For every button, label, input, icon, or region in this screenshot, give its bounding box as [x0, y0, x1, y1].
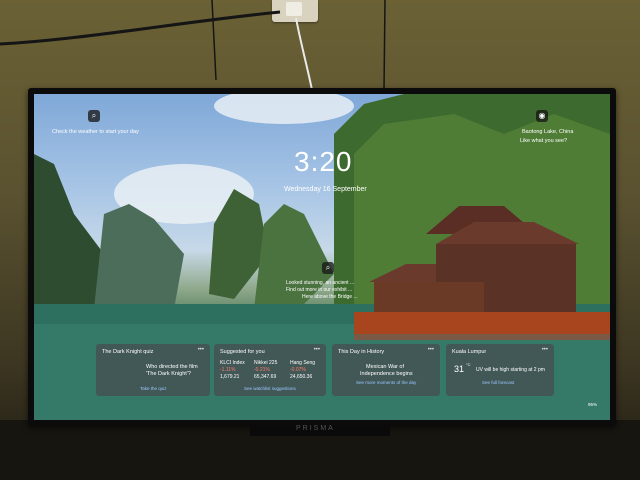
image-caption-2[interactable]: Find out more in our exhibit ...: [286, 287, 352, 293]
history-card[interactable]: This Day in History ••• Mexican War of I…: [332, 344, 440, 396]
stock-change-3: -0.07%: [290, 367, 306, 373]
image-caption-3[interactable]: Here above the Bridge ...: [302, 294, 358, 300]
quiz-link[interactable]: Take the quiz: [140, 386, 167, 391]
location-pin-icon[interactable]: ◉: [536, 110, 548, 122]
weather-card-header: Kuala Lumpur: [452, 349, 487, 355]
stock-value-1: 1,679.21: [220, 374, 240, 380]
stock-name-2[interactable]: Nikkei 225: [254, 360, 277, 366]
cable-left: [0, 0, 386, 91]
history-card-header: This Day in History: [338, 349, 385, 355]
stock-change-1: -1.11%: [220, 367, 236, 373]
weather-temp: 31: [454, 364, 465, 374]
more-icon[interactable]: •••: [198, 347, 204, 353]
more-icon[interactable]: •••: [314, 347, 320, 353]
history-event-2: Independence begins: [360, 371, 413, 377]
clock-date: Wednesday 16 September: [284, 186, 367, 193]
finance-card-header: Suggested for you: [220, 349, 265, 355]
location-label[interactable]: Baotong Lake, China: [522, 129, 573, 135]
more-icon[interactable]: •••: [428, 347, 434, 353]
monitor-brand: PRISMA: [296, 425, 335, 432]
battery-status: 95%: [588, 402, 598, 407]
history-link[interactable]: See more moments of the day: [356, 380, 416, 385]
stock-name-3[interactable]: Hang Seng: [290, 360, 315, 366]
lock-screen: ⌕ Check the weather to start your day ◉ …: [34, 94, 610, 420]
like-prompt[interactable]: Like what you see?: [520, 138, 567, 144]
stock-change-2: -0.21%: [254, 367, 270, 373]
weather-prompt[interactable]: Check the weather to start your day: [52, 129, 139, 135]
finance-card[interactable]: Suggested for you ••• KLCI Index -1.11% …: [214, 344, 326, 396]
search-icon[interactable]: ⌕: [88, 110, 100, 122]
weather-card[interactable]: Kuala Lumpur ••• 31 °C UV will be high s…: [446, 344, 554, 396]
stock-value-3: 24,650.36: [290, 374, 313, 380]
finance-link[interactable]: See watchlist suggestions: [244, 386, 296, 391]
image-caption-1[interactable]: Looked stunning, an ancient ...: [286, 280, 354, 286]
weather-forecast: UV will be high starting at 2 pm: [476, 367, 545, 373]
clock-time: 3:20: [294, 146, 353, 177]
quiz-card[interactable]: The Dark Knight quiz ••• Who directed th…: [96, 344, 210, 396]
weather-link[interactable]: See full forecast: [482, 380, 514, 385]
history-event-1: Mexican War of: [366, 364, 405, 370]
camera-icon[interactable]: ⌕: [322, 262, 334, 274]
more-icon[interactable]: •••: [542, 347, 548, 353]
quiz-question-1: Who directed the film: [146, 364, 198, 370]
stock-name-1[interactable]: KLCI Index: [220, 360, 245, 366]
stock-value-2: 65,347.69: [254, 374, 277, 380]
weather-unit: °C: [466, 362, 471, 367]
quiz-card-header: The Dark Knight quiz: [102, 349, 154, 355]
quiz-question-2: 'The Dark Knight'?: [146, 371, 191, 377]
